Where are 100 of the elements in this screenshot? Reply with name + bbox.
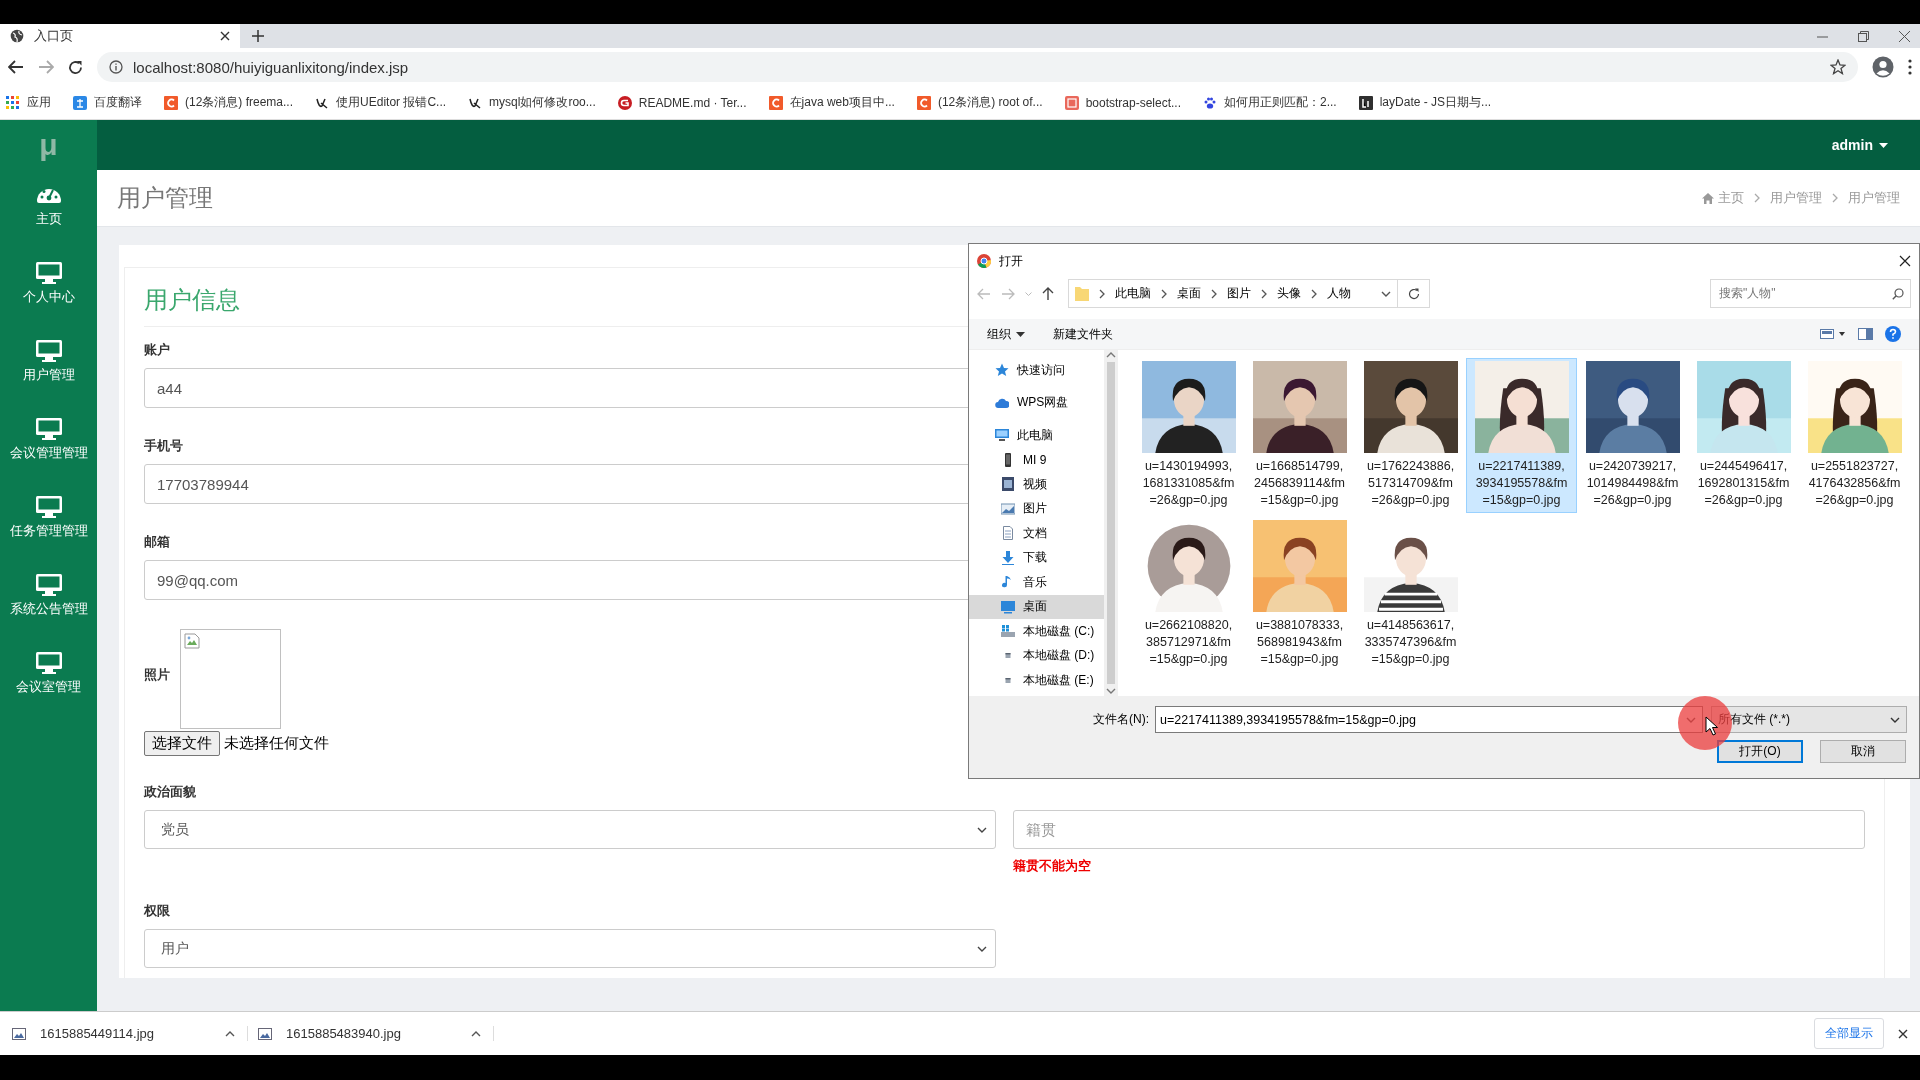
- cancel-button[interactable]: 取消: [1820, 740, 1906, 763]
- site-icon: [164, 95, 178, 110]
- browser-tab[interactable]: 入口页: [0, 24, 240, 48]
- address-bar[interactable]: localhost:8080/huiyiguanlixitong/index.jsp: [97, 52, 1858, 82]
- bookmark-label[interactable]: layDate - JS日期与...: [1379, 94, 1492, 111]
- file-item[interactable]: u=2662108820,385712971&fm=15&gp=0.jpg: [1133, 517, 1244, 672]
- sidebar-item[interactable]: 系统公告管理: [9, 600, 88, 618]
- scrollbar[interactable]: [1104, 350, 1118, 696]
- new-tab-icon[interactable]: [252, 30, 264, 42]
- restore-icon[interactable]: [1858, 30, 1869, 42]
- bookmark-label[interactable]: 使用UEditor 报错C...: [336, 94, 447, 111]
- close-icon[interactable]: [1898, 1028, 1908, 1039]
- site-icon: [617, 95, 632, 110]
- bookmark-label[interactable]: 如何用正则匹配：2...: [1224, 94, 1337, 111]
- show-all-button[interactable]: 全部显示: [1814, 1018, 1884, 1049]
- monitor-icon[interactable]: [35, 418, 62, 440]
- preview-pane-icon[interactable]: [1858, 328, 1873, 340]
- site-icon: [1358, 95, 1373, 110]
- bookmark-label[interactable]: mysql如何修改roo...: [489, 94, 596, 111]
- sidebar-item[interactable]: 用户管理: [22, 366, 75, 384]
- chevron-down-icon: [977, 945, 987, 952]
- nav-item[interactable]: 本地磁盘 (D:): [969, 643, 1104, 668]
- video-icon: [1001, 477, 1015, 492]
- view-options-icon[interactable]: [1820, 329, 1846, 339]
- file-status: 未选择任何文件: [224, 734, 329, 753]
- nav-item[interactable]: 此电脑: [969, 423, 1104, 448]
- document-icon: [1001, 526, 1015, 541]
- logo: μ: [38, 127, 59, 163]
- select-field[interactable]: 党员: [144, 810, 996, 849]
- nav-item[interactable]: 视频: [969, 472, 1104, 497]
- close-icon[interactable]: [220, 31, 230, 41]
- monitor-icon[interactable]: [35, 574, 62, 596]
- sidebar-item[interactable]: 主页: [35, 210, 62, 228]
- field-label: 邮箱: [144, 533, 170, 551]
- bookmark-label[interactable]: bootstrap-select...: [1085, 95, 1181, 110]
- cursor-icon: [1705, 716, 1719, 736]
- reload-icon[interactable]: [68, 59, 83, 75]
- open-button[interactable]: 打开(O): [1717, 740, 1803, 763]
- chevron-icon: [1099, 288, 1105, 299]
- close-icon[interactable]: [1899, 255, 1911, 267]
- file-item[interactable]: u=4148563617,3335747396&fm=15&gp=0.jpg: [1355, 517, 1466, 672]
- select-field[interactable]: 用户: [144, 929, 996, 968]
- monitor-icon[interactable]: [35, 496, 62, 518]
- sidebar-item[interactable]: 会议管理管理: [9, 444, 88, 462]
- bookmark-star-icon[interactable]: [1830, 59, 1846, 75]
- nav-item[interactable]: 快速访问: [969, 358, 1104, 383]
- path-segment[interactable]: 头像: [1277, 285, 1301, 302]
- download-icon: [1001, 550, 1015, 565]
- bookmark-label[interactable]: 在java web项目中...: [789, 94, 895, 111]
- user-menu[interactable]: admin: [1831, 137, 1888, 153]
- monitor-icon[interactable]: [35, 340, 62, 362]
- text-field[interactable]: 籍贯: [1013, 810, 1865, 849]
- path-segment[interactable]: 此电脑: [1115, 285, 1151, 302]
- download-item[interactable]: 1615885449114.jpg: [40, 1026, 211, 1041]
- refresh-button[interactable]: [1397, 279, 1430, 308]
- sidebar-item[interactable]: 任务管理管理: [9, 522, 88, 540]
- download-item[interactable]: 1615885483940.jpg: [286, 1026, 457, 1041]
- nav-item[interactable]: 文档: [969, 521, 1104, 546]
- nav-item[interactable]: 桌面: [969, 594, 1104, 619]
- sidebar-item[interactable]: 会议室管理: [16, 678, 81, 696]
- field-label: 照片: [144, 665, 170, 684]
- system-drive-icon: [1001, 624, 1015, 639]
- apps-grid-icon: [6, 95, 20, 110]
- search-field[interactable]: 搜索"人物": [1710, 279, 1911, 308]
- monitor-icon[interactable]: [35, 652, 62, 674]
- toolbar-button[interactable]: 新建文件夹: [1053, 325, 1113, 343]
- field-label: 政治面貌: [144, 783, 196, 801]
- path-segment[interactable]: 图片: [1227, 285, 1251, 302]
- profile-icon[interactable]: [1872, 56, 1894, 78]
- info-icon: [109, 60, 123, 74]
- nav-item[interactable]: 下载: [969, 545, 1104, 570]
- nav-item[interactable]: 音乐: [969, 570, 1104, 595]
- site-icon: [1064, 95, 1079, 110]
- path-bar[interactable]: 此电脑 桌面 图片 头像 人物: [1068, 279, 1398, 308]
- bookmark-label[interactable]: README.md · Ter...: [638, 95, 747, 110]
- back-icon[interactable]: [8, 60, 24, 74]
- organize-menu[interactable]: 组织: [987, 325, 1025, 343]
- bookmark-label[interactable]: (12条消息) freema...: [185, 94, 294, 111]
- star-icon: [995, 363, 1009, 378]
- chevron-up-icon: [225, 1030, 235, 1037]
- menu-icon[interactable]: [1908, 59, 1912, 75]
- field-label: 文件名(N):: [1093, 711, 1149, 728]
- monitor-icon[interactable]: [35, 262, 62, 284]
- sidebar-item[interactable]: 个人中心: [22, 288, 75, 306]
- bookmark-label[interactable]: 应用: [27, 94, 51, 111]
- nav-item[interactable]: 本地磁盘 (E:): [969, 668, 1104, 693]
- choose-file-button[interactable]: 选择文件: [144, 731, 220, 756]
- path-segment[interactable]: 桌面: [1177, 285, 1201, 302]
- help-icon[interactable]: [1885, 326, 1901, 342]
- file-item[interactable]: u=3881078333,568981943&fm=15&gp=0.jpg: [1244, 517, 1355, 672]
- caret-icon: [1879, 142, 1888, 148]
- file-item[interactable]: u=2217411389,3934195578&fm=15&gp=0.jpg: [1466, 358, 1577, 513]
- nav-item[interactable]: WPS网盘: [969, 390, 1104, 415]
- bookmark-label[interactable]: 百度翻译: [94, 94, 142, 111]
- up-arrow-icon[interactable]: [1042, 286, 1054, 301]
- error-message: 籍贯不能为空: [1013, 857, 1092, 875]
- nav-item[interactable]: 本地磁盘 (C:): [969, 619, 1104, 644]
- site-icon: [768, 95, 783, 110]
- path-segment[interactable]: 人物: [1327, 285, 1351, 302]
- bookmark-label[interactable]: (12条消息) root of...: [937, 94, 1043, 111]
